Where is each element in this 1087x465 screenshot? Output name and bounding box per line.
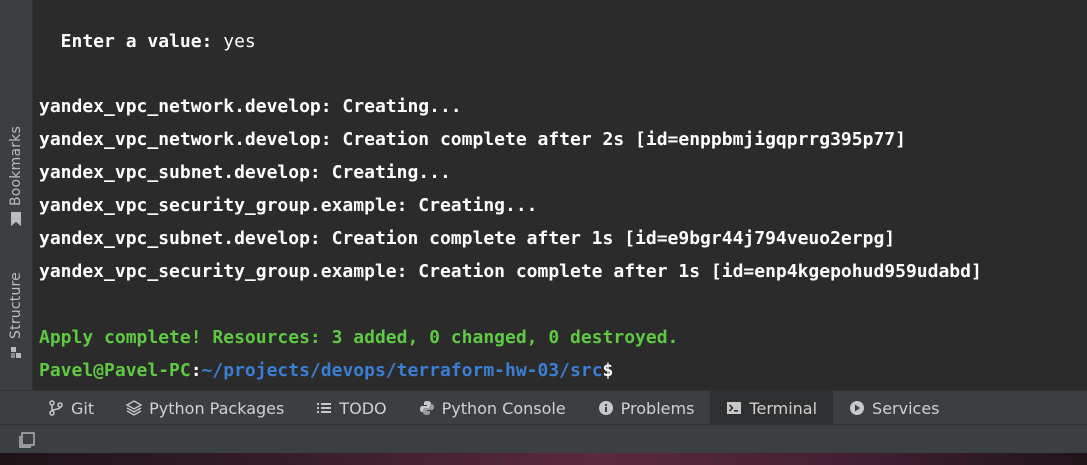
input-prompt-line: Enter a value: yes <box>39 25 256 58</box>
list-icon <box>317 403 332 413</box>
structure-icon <box>11 346 21 358</box>
bookmark-icon <box>11 212 21 227</box>
apply-summary-line: Apply complete! Resources: 3 added, 0 ch… <box>39 327 679 348</box>
output-line: yandex_vpc_subnet.develop: Creation comp… <box>39 228 896 249</box>
tab-services[interactable]: Services <box>833 391 955 425</box>
input-prompt-label: Enter a value: <box>39 31 213 52</box>
tab-git[interactable]: Git <box>0 391 110 425</box>
toggle-tool-windows-icon[interactable] <box>18 431 36 449</box>
output-line: yandex_vpc_security_group.example: Creat… <box>39 261 982 282</box>
git-branch-icon <box>49 400 63 416</box>
status-bar <box>0 424 1087 454</box>
tab-services-label: Services <box>872 398 940 418</box>
bookmarks-tab[interactable]: Bookmarks <box>3 126 29 227</box>
tab-todo[interactable]: TODO <box>300 391 402 425</box>
tab-python-packages[interactable]: Python Packages <box>110 391 300 425</box>
structure-tab-label: Structure <box>8 272 24 339</box>
tab-python-console-label: Python Console <box>441 398 566 418</box>
tab-problems[interactable]: Problems <box>582 391 711 425</box>
output-line: yandex_vpc_security_group.example: Creat… <box>39 195 538 216</box>
tab-python-console[interactable]: Python Console <box>403 391 582 425</box>
terminal-output[interactable]: Enter a value: yes yandex_vpc_network.de… <box>33 0 1087 390</box>
structure-tab[interactable]: Structure <box>3 272 29 359</box>
terminal-icon <box>727 402 742 414</box>
play-icon <box>850 401 865 415</box>
tab-git-label: Git <box>71 398 95 418</box>
tool-window-bar: Git Python Packages TODO Python Console <box>0 390 1087 425</box>
desktop-wallpaper-strip <box>0 453 1087 465</box>
tab-python-packages-label: Python Packages <box>149 398 285 418</box>
left-tool-strip: Bookmarks Structure <box>0 0 33 390</box>
tab-terminal-label: Terminal <box>749 398 818 418</box>
prompt-user-host: Pavel@Pavel-PC <box>39 360 191 381</box>
python-icon <box>419 401 434 415</box>
output-line: yandex_vpc_subnet.develop: Creating... <box>39 162 451 183</box>
tab-terminal[interactable]: Terminal <box>710 391 834 425</box>
output-line: yandex_vpc_network.develop: Creating... <box>39 96 462 117</box>
prompt-separator: : <box>190 360 202 381</box>
tab-todo-label: TODO <box>339 398 387 418</box>
tab-problems-label: Problems <box>620 398 695 418</box>
shell-prompt[interactable]: Pavel@Pavel-PC:~/projects/devops/terrafo… <box>39 354 613 387</box>
input-value: yes <box>212 31 256 52</box>
prompt-symbol: $ <box>602 360 614 381</box>
bookmarks-tab-label: Bookmarks <box>8 126 24 207</box>
info-icon <box>598 401 613 415</box>
layers-icon <box>126 400 143 416</box>
output-line: yandex_vpc_network.develop: Creation com… <box>39 129 906 150</box>
prompt-path: ~/projects/devops/terraform-hw-03/src <box>201 360 603 381</box>
